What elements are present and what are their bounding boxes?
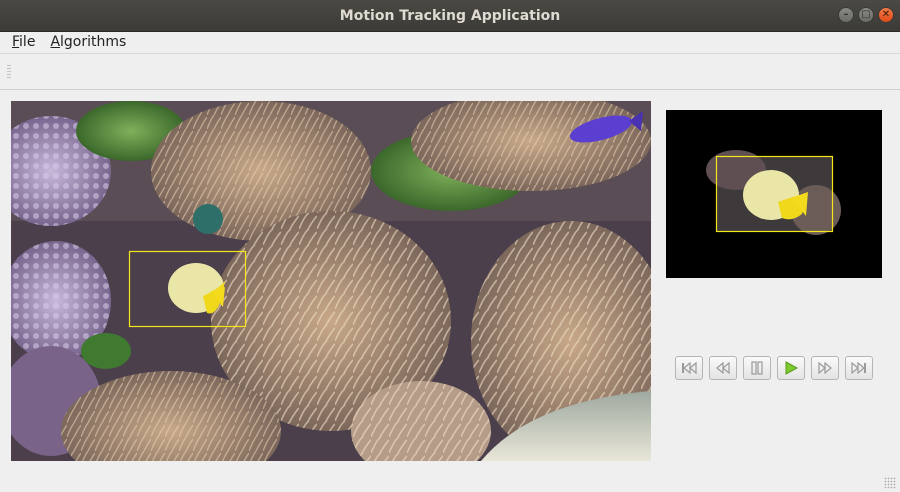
fast-forward-icon (818, 362, 832, 374)
fast-forward-button[interactable] (811, 356, 839, 380)
pause-icon (751, 361, 763, 375)
window-title: Motion Tracking Application (339, 7, 561, 24)
play-button[interactable] (777, 356, 805, 380)
toolbar-grip-icon[interactable] (7, 64, 11, 80)
tracked-fish-image (666, 110, 882, 278)
skip-to-end-icon (851, 362, 866, 374)
toolbar (0, 53, 900, 90)
skip-to-end-button[interactable] (845, 356, 873, 380)
skip-to-start-icon (682, 362, 697, 374)
aquarium-scene-image (11, 101, 651, 461)
pause-button[interactable] (743, 356, 771, 380)
rewind-icon (716, 362, 730, 374)
title-bar: Motion Tracking Application – □ ✕ (0, 0, 900, 32)
window-controls: – □ ✕ (838, 7, 894, 23)
video-frame (11, 101, 651, 461)
close-icon[interactable]: ✕ (878, 7, 894, 23)
play-icon (785, 361, 799, 375)
skip-to-start-button[interactable] (675, 356, 703, 380)
menu-bar: File Algorithms (0, 32, 900, 52)
tracked-object-preview (666, 110, 882, 278)
maximize-icon[interactable]: □ (858, 7, 874, 23)
minimize-icon[interactable]: – (838, 7, 854, 23)
rewind-button[interactable] (709, 356, 737, 380)
playback-controls (675, 356, 873, 380)
menu-file[interactable]: File (12, 34, 35, 50)
menu-algorithms[interactable]: Algorithms (50, 34, 126, 50)
resize-grip-icon[interactable] (884, 477, 896, 489)
